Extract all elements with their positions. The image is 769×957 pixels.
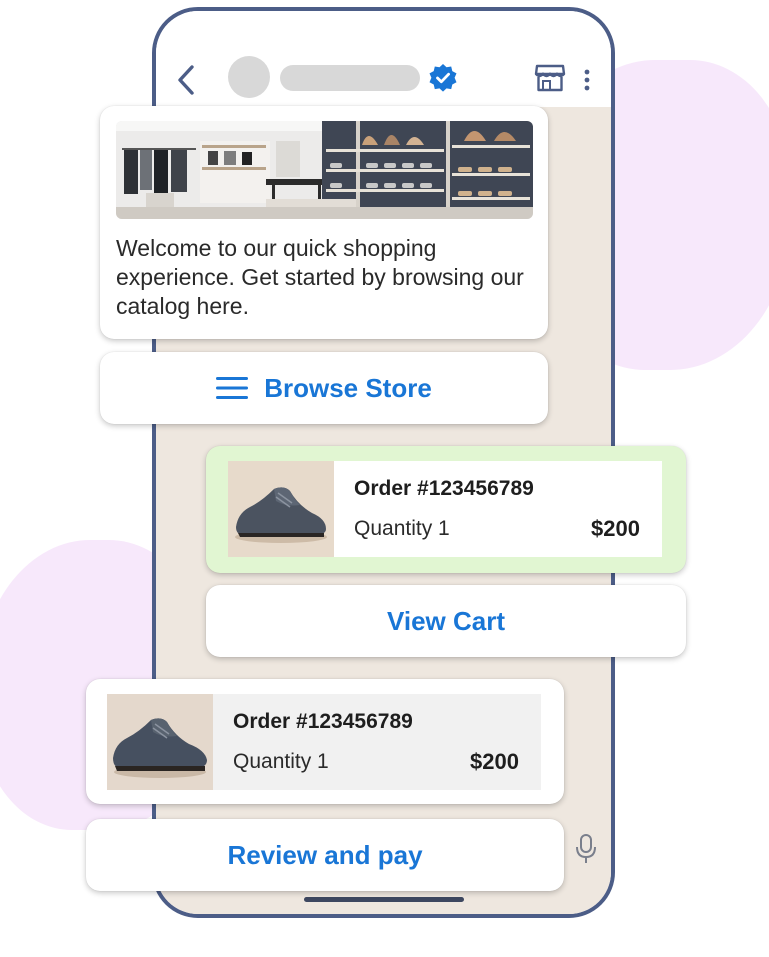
contact-name-placeholder[interactable] xyxy=(280,65,420,91)
order-price: $200 xyxy=(470,749,519,774)
shoe-product-image xyxy=(107,694,213,790)
browse-store-label: Browse Store xyxy=(264,372,432,403)
microphone-icon[interactable] xyxy=(574,833,598,865)
view-cart-label: View Cart xyxy=(386,605,505,636)
browse-store-button[interactable]: Browse Store xyxy=(100,352,548,424)
order-quantity: Quantity 1 xyxy=(354,517,450,540)
back-chevron-icon[interactable] xyxy=(174,63,200,97)
review-and-pay-button[interactable]: Review and pay xyxy=(86,819,564,891)
home-indicator xyxy=(304,897,464,902)
storefront-icon[interactable] xyxy=(534,63,566,93)
more-vertical-icon[interactable] xyxy=(580,67,594,93)
order-price: $200 xyxy=(591,516,640,541)
sent-order-card[interactable]: Order #123456789 Quantity 1 $200 xyxy=(228,461,662,557)
order-quantity: Quantity 1 xyxy=(233,750,329,773)
received-order-message: Order #123456789 Quantity 1 $200 xyxy=(86,679,564,804)
contact-avatar[interactable] xyxy=(228,56,270,98)
verified-badge-icon xyxy=(428,63,458,93)
order-title: Order #123456789 xyxy=(354,477,534,500)
review-and-pay-label: Review and pay xyxy=(227,839,423,870)
menu-lines-icon xyxy=(216,376,249,400)
welcome-message-text: Welcome to our quick shopping experience… xyxy=(116,235,524,319)
received-order-card[interactable]: Order #123456789 Quantity 1 $200 xyxy=(107,694,541,790)
store-interior-photo xyxy=(116,121,533,219)
order-title: Order #123456789 xyxy=(233,710,413,733)
sent-order-message: Order #123456789 Quantity 1 $200 xyxy=(206,446,686,573)
shoe-product-image xyxy=(228,461,334,557)
chat-header xyxy=(156,11,611,107)
welcome-message-card: Welcome to our quick shopping experience… xyxy=(100,106,548,339)
view-cart-button[interactable]: View Cart xyxy=(206,585,686,657)
